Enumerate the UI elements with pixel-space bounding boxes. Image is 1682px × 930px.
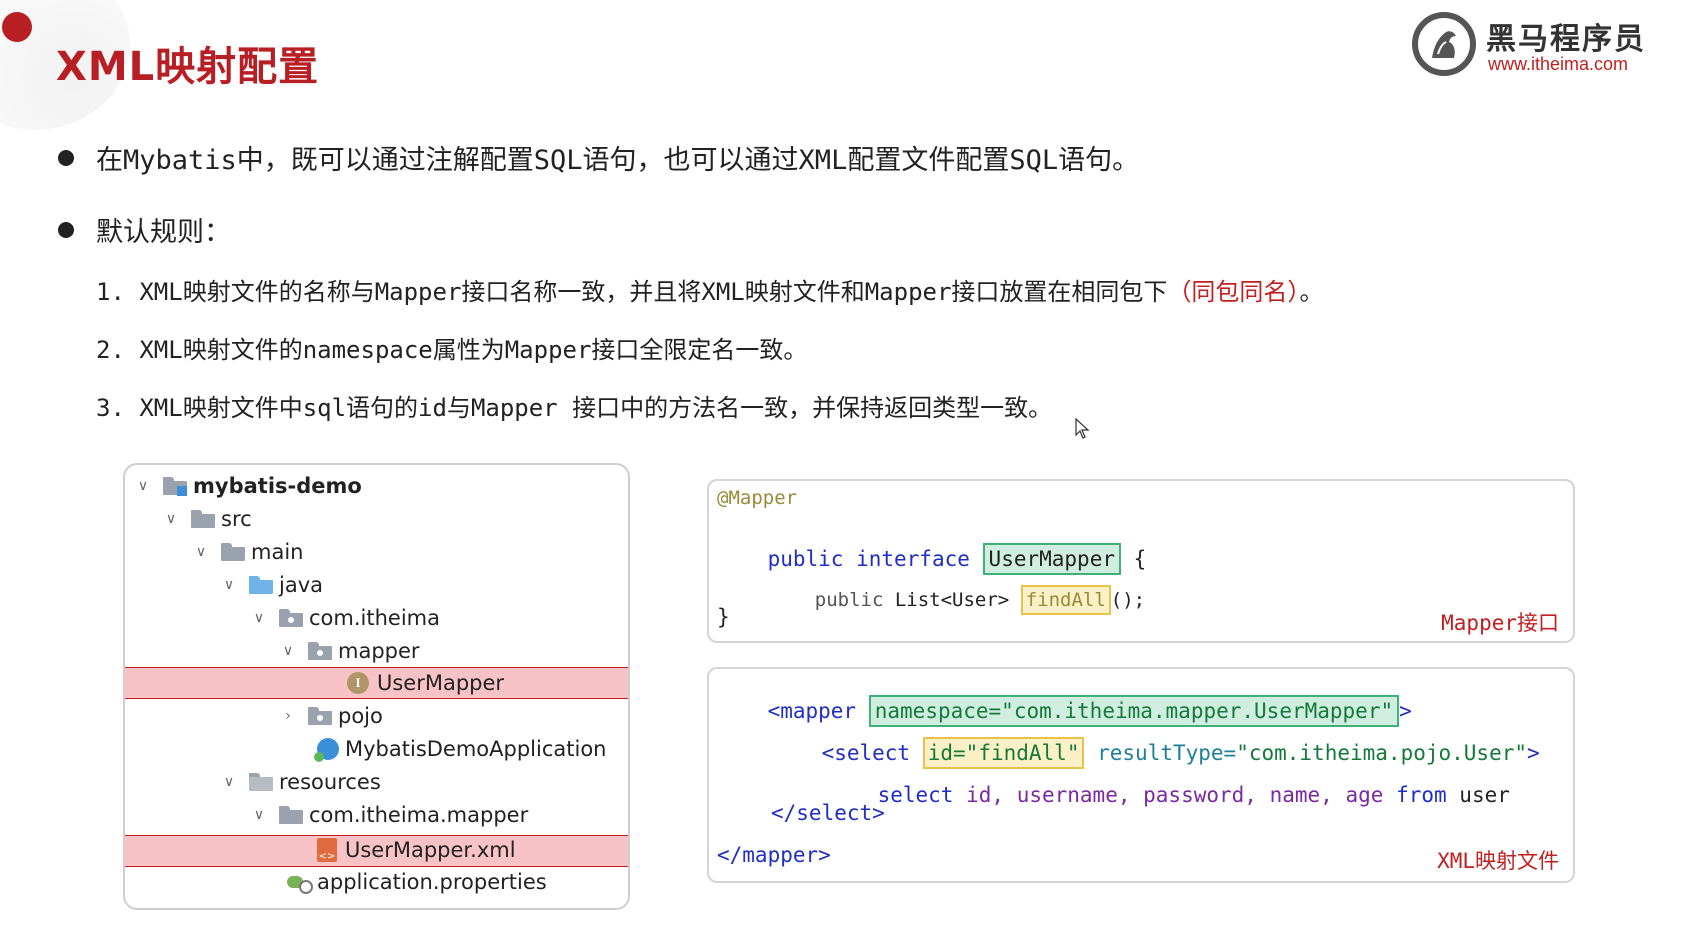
tree-label: mapper [338, 639, 420, 663]
properties-file-icon [287, 872, 313, 894]
rule-1-highlight: （同包同名） [1167, 278, 1300, 306]
tree-label: com.itheima.mapper [309, 803, 529, 827]
bullet-item: 默认规则： [58, 210, 231, 249]
mouse-cursor-icon [1075, 418, 1090, 439]
tree-label: UserMapper.xml [345, 838, 516, 862]
code-annotation: @Mapper [717, 487, 798, 509]
sql-from: from [1396, 783, 1447, 807]
sql-column: password, [1143, 783, 1257, 807]
source-folder-icon [249, 576, 273, 594]
tree-node-package[interactable]: ∨ com.itheima [249, 603, 440, 633]
tree-node-usermapper[interactable]: I UserMapper [347, 668, 504, 698]
package-icon [308, 707, 332, 725]
tree-label: MybatisDemoApplication [345, 737, 607, 761]
tree-label: resources [279, 770, 381, 794]
tree-node-pojo[interactable]: › pojo [278, 701, 383, 731]
method-tail: (); [1110, 589, 1146, 611]
folder-icon [221, 543, 245, 561]
chevron-right-icon[interactable]: › [278, 708, 298, 724]
tree-node-properties[interactable]: application.properties [287, 867, 547, 897]
sql-select: select [877, 783, 954, 807]
close-brace: } [717, 605, 730, 629]
tree-label: main [251, 540, 304, 564]
logo-url: www.itheima.com [1488, 54, 1629, 74]
tree-label: java [279, 573, 323, 597]
chevron-down-icon[interactable]: ∨ [161, 511, 181, 527]
horse-logo-icon [1412, 12, 1476, 76]
tree-node-resources[interactable]: ∨ resources [219, 767, 381, 797]
bullet-item: 在Mybatis中，既可以通过注解配置SQL语句，也可以通过XML配置文件配置S… [58, 138, 1139, 177]
chevron-down-icon[interactable]: ∨ [191, 544, 211, 560]
tree-node-res-package[interactable]: ∨ com.itheima.mapper [249, 800, 528, 830]
rule-1-suffix: 。 [1299, 278, 1324, 306]
bullet-dot-icon [58, 221, 74, 238]
tree-label: UserMapper [377, 671, 505, 695]
tag-end: > [1527, 741, 1540, 765]
return-type: List<User> [894, 589, 1010, 611]
page-title: XML映射配置 [56, 44, 320, 90]
method-name: findAll [1020, 585, 1111, 615]
tree-label: src [221, 507, 252, 531]
mapper-interface-code: @Mapper public interface UserMapper { pu… [707, 479, 1575, 643]
tree-node-mapper[interactable]: ∨ mapper [278, 636, 420, 666]
tree-node-main[interactable]: ∨ main [191, 537, 304, 567]
xml-mapper-code: <mapper namespace="com.itheima.mapper.Us… [707, 667, 1575, 883]
sql-column: id, [966, 783, 1005, 807]
tree-node-java[interactable]: ∨ java [219, 570, 323, 600]
sql-column: name, [1269, 783, 1333, 807]
chevron-down-icon[interactable]: ∨ [278, 643, 298, 659]
project-folder-icon [163, 477, 187, 496]
rule-1: 1. XML映射文件的名称与Mapper接口名称一致，并且将XML映射文件和Ma… [96, 272, 1323, 307]
tree-node-project[interactable]: ∨ mybatis-demo [133, 471, 362, 501]
select-close-tag: </select> [771, 801, 885, 825]
tree-label: mybatis-demo [193, 474, 362, 498]
chevron-down-icon[interactable]: ∨ [219, 774, 239, 790]
rule-3: 3. XML映射文件中sql语句的id与Mapper 接口中的方法名一致，并保持… [96, 394, 1053, 422]
interface-icon: I [347, 672, 369, 694]
mapper-interface-label: Mapper接口 [1441, 611, 1559, 635]
tree-node-application[interactable]: MybatisDemoApplication [314, 734, 607, 764]
spring-class-icon [314, 738, 339, 762]
package-icon [308, 642, 332, 660]
tree-node-usermapper-xml[interactable]: <> UserMapper.xml [317, 835, 516, 865]
logo-text-cn: 黑马程序员 [1486, 22, 1646, 57]
folder-icon [279, 806, 303, 824]
chevron-down-icon[interactable]: ∨ [249, 610, 269, 626]
folder-icon [191, 510, 215, 528]
chevron-down-icon[interactable]: ∨ [219, 577, 239, 593]
bullet-text: 默认规则： [96, 217, 231, 248]
tree-label: com.itheima [309, 606, 440, 630]
tree-label: pojo [338, 704, 383, 728]
tree-node-src[interactable]: ∨ src [161, 504, 252, 534]
bullet-text: 在Mybatis中，既可以通过注解配置SQL语句，也可以通过XML配置文件配置S… [96, 145, 1140, 176]
chevron-down-icon[interactable]: ∨ [249, 807, 269, 823]
chevron-down-icon[interactable]: ∨ [133, 478, 153, 494]
brand-logo: 黑马程序员 www.itheima.com [1412, 10, 1672, 82]
sql-column: age [1345, 783, 1384, 807]
keyword-public: public [814, 589, 884, 611]
code-line-sql: select id, username, password, name, age… [827, 759, 1510, 831]
project-tree[interactable]: ∨ mybatis-demo ∨ src ∨ main ∨ java ∨ com… [123, 463, 630, 910]
sql-column: username, [1016, 783, 1131, 807]
xml-mapper-label: XML映射文件 [1437, 849, 1559, 873]
mapper-close-tag: </mapper> [717, 843, 831, 867]
xml-file-icon: <> [317, 838, 337, 862]
code-line-method: public List<User> findAll (); [769, 567, 1145, 633]
corner-dot [2, 12, 32, 42]
bullet-dot-icon [58, 149, 74, 166]
package-icon [279, 609, 303, 627]
rule-2: 2. XML映射文件的namespace属性为Mapper接口全限定名一致。 [96, 336, 808, 364]
sql-table: user [1459, 783, 1510, 807]
rule-1-text: 1. XML映射文件的名称与Mapper接口名称一致，并且将XML映射文件和Ma… [96, 278, 1168, 306]
tree-label: application.properties [317, 870, 547, 894]
resources-folder-icon [249, 773, 273, 791]
